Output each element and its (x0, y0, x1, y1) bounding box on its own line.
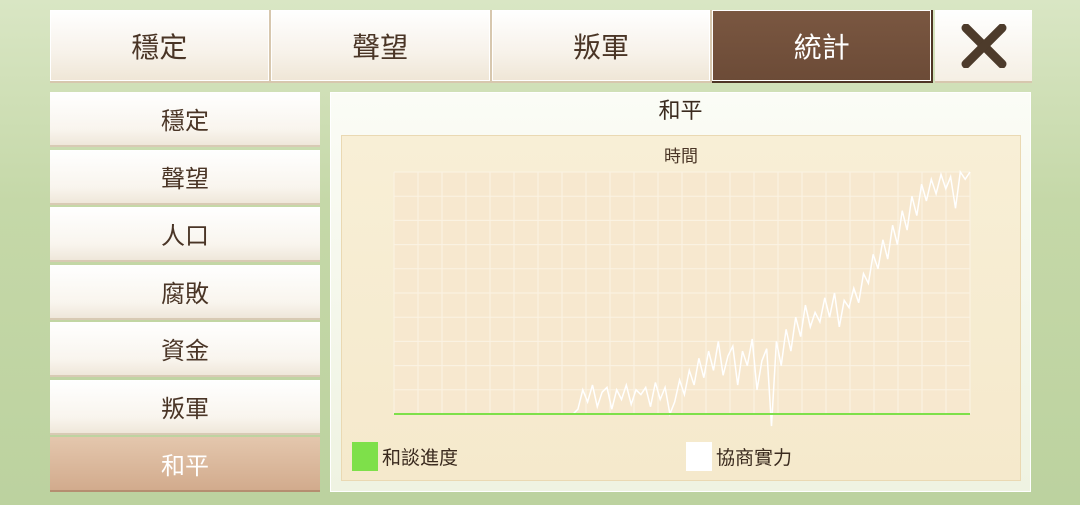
tab-rebels[interactable]: 叛軍 (491, 10, 713, 83)
chart-area: 時間 和談進度 協商實力 (341, 135, 1021, 481)
legend-item-progress: 和談進度 (352, 442, 458, 471)
tab-statistics[interactable]: 統計 (712, 10, 934, 83)
tab-stability[interactable]: 穩定 (50, 10, 271, 83)
close-x-icon (961, 23, 1007, 68)
legend-label-strength: 協商實力 (716, 447, 793, 469)
sidebar-item-peace[interactable]: 和平 (50, 437, 320, 492)
top-tab-bar: 穩定 聲望 叛軍 統計 (50, 10, 1033, 83)
sidebar-item-corruption[interactable]: 腐敗 (50, 264, 320, 320)
sidebar-item-rebels[interactable]: 叛軍 (50, 379, 320, 435)
sidebar-item-population[interactable]: 人口 (50, 207, 320, 262)
stat-category-list: 穩定 聲望 人口 腐敗 資金 叛軍 和平 (50, 92, 320, 492)
close-button[interactable] (935, 10, 1033, 83)
sidebar-item-funds[interactable]: 資金 (50, 322, 320, 377)
peace-chart (393, 169, 971, 427)
sidebar-item-reputation[interactable]: 聲望 (50, 149, 320, 205)
legend-swatch-strength (686, 442, 712, 471)
legend-swatch-progress (352, 442, 378, 471)
sidebar-item-stability[interactable]: 穩定 (50, 92, 320, 147)
legend-label-progress: 和談進度 (382, 447, 459, 469)
panel-title: 和平 (658, 99, 703, 124)
tab-reputation[interactable]: 聲望 (270, 10, 492, 83)
stat-panel: 和平 時間 和談進度 協商實力 (330, 92, 1031, 492)
legend-item-strength: 協商實力 (686, 442, 792, 471)
